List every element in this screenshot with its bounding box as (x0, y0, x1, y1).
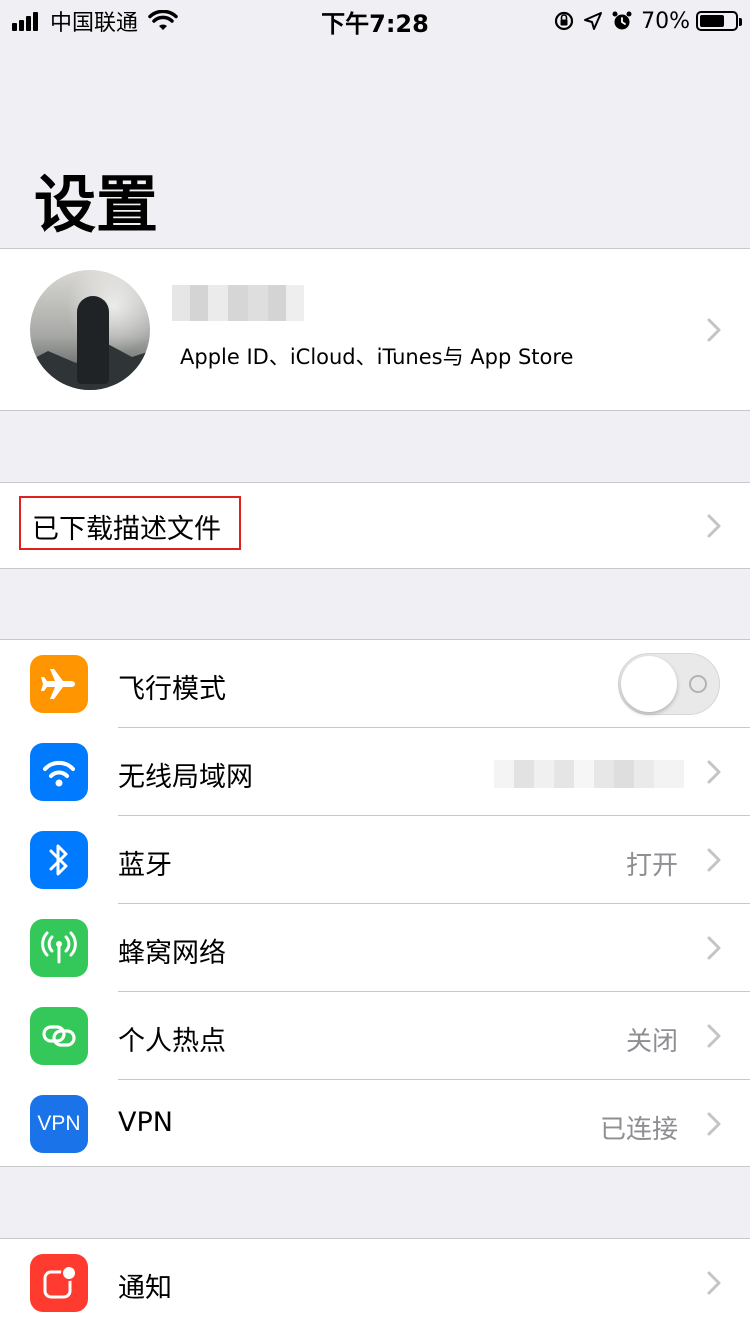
chevron-right-icon (707, 936, 721, 960)
setting-label: 蓝牙 (118, 850, 172, 881)
setting-label: 无线局域网 (118, 762, 253, 793)
cellular-icon (30, 919, 88, 977)
wifi-icon (30, 743, 88, 801)
airplane-icon (30, 655, 88, 713)
toggle-off-indicator (689, 675, 707, 693)
setting-value: 关闭 (625, 1027, 678, 1057)
location-icon (584, 12, 603, 30)
setting-value: 打开 (625, 851, 678, 881)
hotspot-icon (30, 1007, 88, 1065)
airplane-mode-toggle[interactable] (618, 653, 720, 715)
connectivity-settings-group: 飞行模式 无线局域网 蓝牙 打开 蜂窝网络 个人热点 关闭 VPN VPN 已连… (0, 639, 750, 1167)
setting-label: 通知 (118, 1273, 172, 1304)
profile-name-redacted (172, 285, 304, 321)
toggle-knob (621, 656, 677, 712)
orientation-lock-icon (554, 11, 574, 31)
setting-row-notifications[interactable]: 通知 (0, 1239, 750, 1327)
chevron-right-icon (707, 1271, 721, 1295)
setting-label: 个人热点 (118, 1026, 226, 1057)
battery-percentage: 70% (641, 8, 690, 34)
bluetooth-icon (30, 831, 88, 889)
notifications-group: 通知 (0, 1238, 750, 1334)
battery-icon (696, 11, 742, 31)
vpn-icon-text: VPN (37, 1112, 81, 1135)
setting-label: 蜂窝网络 (118, 938, 226, 969)
highlight-annotation (19, 496, 241, 550)
avatar (30, 270, 150, 390)
setting-row-vpn[interactable]: VPN VPN 已连接 (0, 1080, 750, 1168)
setting-row-airplane-mode: 飞行模式 (0, 640, 750, 728)
vpn-icon: VPN (30, 1095, 88, 1153)
chevron-right-icon (707, 1024, 721, 1048)
avatar-person (77, 296, 109, 384)
setting-row-cellular[interactable]: 蜂窝网络 (0, 904, 750, 992)
setting-label: VPN (118, 1107, 173, 1138)
setting-row-personal-hotspot[interactable]: 个人热点 关闭 (0, 992, 750, 1080)
apple-id-profile-row[interactable]: Apple ID、iCloud、iTunes与 App Store (0, 248, 750, 411)
setting-value: 已连接 (599, 1115, 678, 1145)
setting-label: 飞行模式 (118, 674, 226, 705)
chevron-right-icon (707, 514, 721, 538)
wifi-network-name-redacted (494, 760, 684, 788)
page-title: 设置 (34, 168, 159, 241)
status-bar: 中国联通 下午7:28 70% (0, 0, 750, 40)
chevron-right-icon (707, 848, 721, 872)
status-right: 70% (545, 6, 742, 36)
chevron-right-icon (707, 1112, 721, 1136)
notifications-icon (30, 1254, 88, 1312)
setting-row-bluetooth[interactable]: 蓝牙 打开 (0, 816, 750, 904)
chevron-right-icon (707, 318, 721, 342)
battery-level (700, 15, 724, 27)
chevron-right-icon (707, 760, 721, 784)
profile-subtitle: Apple ID、iCloud、iTunes与 App Store (180, 345, 574, 369)
setting-row-wifi[interactable]: 无线局域网 (0, 728, 750, 816)
alarm-icon (612, 11, 632, 30)
